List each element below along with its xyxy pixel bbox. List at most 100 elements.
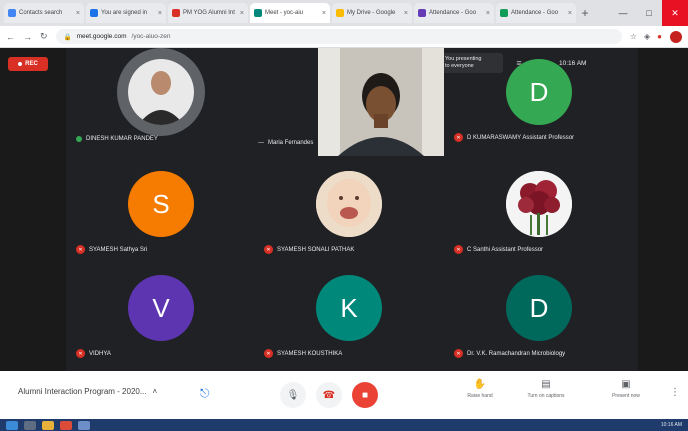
star-icon[interactable]: ☆ [630, 32, 637, 41]
participant-tile[interactable]: S ✕ SYAMESH Sathya Sri [68, 160, 254, 260]
address-bar-row: ← → ↻ 🔒 meet.google.com/yoc-aiuo-zen ☆ ◈… [0, 26, 688, 48]
hang-up-button[interactable]: ☎ [316, 382, 342, 408]
tab-close-icon[interactable]: × [158, 10, 162, 17]
lock-icon: 🔒 [63, 33, 72, 41]
participant-name: SYAMESH Sathya Sri [89, 246, 148, 253]
minimize-button[interactable]: — [610, 0, 636, 26]
back-icon[interactable]: ← [6, 32, 15, 42]
present-now-button[interactable]: ▣ Present now [596, 379, 656, 399]
browser-tab[interactable]: Contacts search × [4, 3, 84, 23]
participant-avatar: D [506, 59, 572, 125]
participant-avatar: S [128, 171, 194, 237]
left-gutter [0, 48, 66, 371]
browser-tab[interactable]: Attendance - Goo × [414, 3, 494, 23]
tab-favicon-icon [254, 9, 262, 17]
tab-label: My Drive - Google [347, 10, 396, 16]
browser-tab[interactable]: You are signed in × [86, 3, 166, 23]
participant-tile[interactable]: K ✕ SYAMESH KOUSTHIKA [256, 264, 442, 364]
flowers-photo-icon [506, 171, 572, 237]
participant-avatar [117, 48, 205, 136]
more-options-icon[interactable]: ⋮ [670, 387, 680, 398]
participant-name: Dr. V.K. Ramachandran Microbiology [467, 350, 566, 357]
participant-tile[interactable]: V ✕ VIDHYA [68, 264, 254, 364]
participant-name-label: ✕ SYAMESH SONALI PATHAK [264, 245, 354, 254]
tab-close-icon[interactable]: × [322, 10, 326, 17]
participant-tile[interactable]: D ✕ D KUMARASWAMY Assistant Professor [446, 48, 632, 148]
tab-favicon-icon [90, 9, 98, 17]
browser-tab[interactable]: Meet - yoc-aiu × [250, 3, 330, 23]
browser-tab[interactable]: Attendance - Goo × [496, 3, 576, 23]
meeting-details[interactable]: Alumni Interaction Program - 2020... ˄ [18, 387, 157, 396]
recording-badge: REC [8, 57, 48, 71]
tab-close-icon[interactable]: × [486, 10, 490, 17]
start-icon[interactable] [6, 420, 18, 430]
tab-close-icon[interactable]: × [240, 10, 244, 17]
screen: Contacts search × You are signed in × PM YOG… [0, 0, 688, 431]
shield-icon[interactable]: ⎋ [200, 386, 210, 401]
tab-close-icon[interactable]: × [568, 10, 572, 17]
reload-icon[interactable]: ↻ [40, 31, 48, 42]
participant-tile[interactable]: DINESH KUMAR PANDEY [68, 48, 254, 148]
browser-tab[interactable]: My Drive - Google × [332, 3, 412, 23]
participant-tile[interactable]: D ✕ Dr. V.K. Ramachandran Microbiology [446, 264, 632, 364]
new-tab-button[interactable]: + [578, 6, 592, 20]
close-window-button[interactable]: ✕ [662, 0, 688, 26]
camera-button[interactable]: ■ [352, 382, 378, 408]
participant-name-label: ✕ SYAMESH KOUSTHIKA [264, 349, 342, 358]
maximize-button[interactable]: □ [636, 0, 662, 26]
tab-label: Meet - yoc-aiu [265, 10, 304, 16]
tab-label: You are signed in [101, 10, 148, 16]
participant-name-label: DINESH KUMAR PANDEY [76, 136, 158, 142]
mic-on-icon [76, 136, 82, 142]
man-photo-icon [128, 59, 194, 125]
participant-avatar [506, 171, 572, 237]
os-taskbar: 10:16 AM [0, 419, 688, 431]
label-dash: — [258, 140, 264, 146]
tab-label: Attendance - Goo [511, 10, 559, 16]
taskbar-clock: 10:16 AM [660, 422, 682, 428]
mic-off-icon: ✕ [454, 349, 463, 358]
tab-close-icon[interactable]: × [404, 10, 408, 17]
url-host: meet.google.com [76, 33, 127, 40]
mic-off-icon: ✕ [76, 245, 85, 254]
forward-icon[interactable]: → [23, 32, 32, 42]
taskbar-app-icon[interactable] [78, 420, 90, 430]
participant-tile[interactable]: ✕ SYAMESH SONALI PATHAK [256, 160, 442, 260]
taskbar-folder-icon[interactable] [42, 420, 54, 430]
profile-avatar[interactable] [670, 30, 682, 43]
mic-button[interactable]: 🎙 [280, 382, 306, 408]
participant-avatar [316, 171, 382, 237]
record-extension-icon[interactable]: ● [657, 32, 662, 41]
tab-label: Attendance - Goo [429, 10, 477, 16]
participant-name-label: ✕ Dr. V.K. Ramachandran Microbiology [454, 349, 565, 358]
video-name-label: — Maria Fernandes [258, 140, 314, 146]
mic-off-icon: ✕ [454, 245, 463, 254]
tab-favicon-icon [336, 9, 344, 17]
mic-off-icon: ✕ [264, 245, 273, 254]
taskbar-app-icon[interactable] [24, 420, 36, 430]
participant-name: DINESH KUMAR PANDEY [86, 136, 158, 142]
tab-close-icon[interactable]: × [76, 10, 80, 17]
browser-tab[interactable]: PM YOG Alumni Int × [168, 3, 248, 23]
participant-name: SYAMESH SONALI PATHAK [277, 246, 355, 253]
participant-tile[interactable]: ✕ C Santhi Assistant Professor [446, 160, 632, 260]
participant-name: SYAMESH KOUSTHIKA [277, 350, 343, 357]
mic-off-icon: ✕ [76, 349, 85, 358]
raise-hand-button[interactable]: ✋ Raise hand [450, 379, 510, 399]
participant-video[interactable] [318, 48, 444, 156]
captions-icon: ▤ [541, 379, 551, 390]
taskbar-chrome-icon[interactable] [60, 420, 72, 430]
hand-icon: ✋ [473, 379, 487, 390]
present-icon: ▣ [621, 379, 631, 390]
browser-tabstrip: Contacts search × You are signed in × PM YOG… [0, 0, 688, 26]
extension-icon[interactable]: ◈ [644, 32, 650, 41]
mic-off-icon: ✕ [264, 349, 273, 358]
tab-label: PM YOG Alumni Int [183, 10, 235, 16]
participant-avatar: D [506, 275, 572, 341]
extension-icons: ☆ ◈ ● [630, 32, 662, 41]
omnibox[interactable]: 🔒 meet.google.com/yoc-aiuo-zen [55, 29, 622, 44]
captions-button[interactable]: ▤ Turn on captions [516, 379, 576, 399]
baby-photo-icon [316, 171, 382, 237]
record-dot-icon [18, 62, 23, 66]
right-gutter [638, 48, 688, 371]
